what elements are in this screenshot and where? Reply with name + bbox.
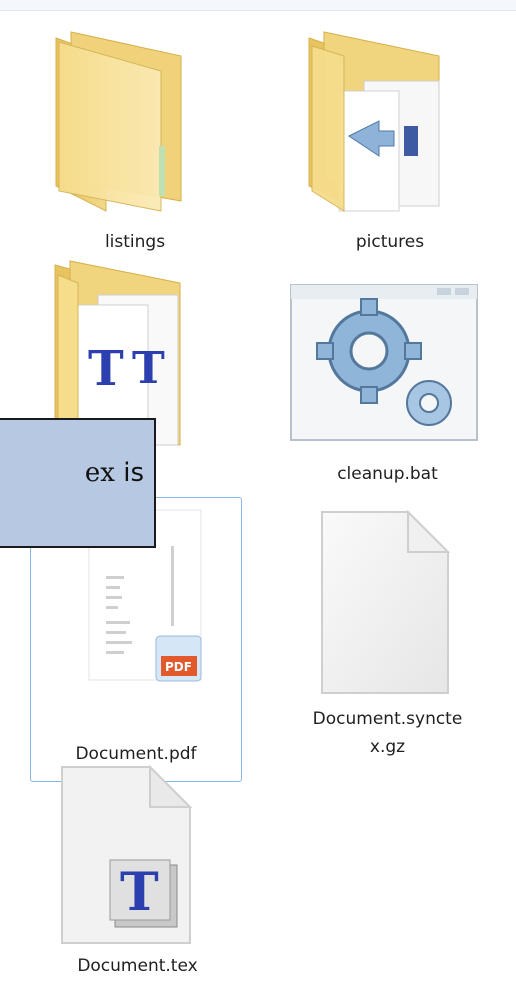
blank-file-icon xyxy=(321,510,450,694)
file-label-listings: listings xyxy=(104,232,166,252)
file-label-tex: Document.tex xyxy=(77,956,198,976)
file-label-cleanup: cleanup.bat xyxy=(337,464,438,484)
folder-with-images-icon xyxy=(308,31,440,212)
tooltip-callout: ex is xyxy=(0,418,156,548)
svg-text:T: T xyxy=(120,862,159,923)
file-tile-listings[interactable]: listings xyxy=(35,18,235,268)
file-tile-pictures[interactable]: pictures xyxy=(290,18,490,268)
file-tile-tex[interactable]: T Document.tex xyxy=(35,760,240,990)
file-label-synctex-line2: x.gz xyxy=(369,737,406,757)
callout-text: ex is xyxy=(0,458,156,488)
callout-code-fragment: ex xyxy=(84,458,115,488)
tex-file-icon: T xyxy=(61,765,193,944)
svg-text:T: T xyxy=(132,343,165,394)
batch-gear-icon xyxy=(290,284,478,441)
callout-suffix: is xyxy=(114,458,144,488)
file-label-pictures: pictures xyxy=(355,232,425,252)
file-label-synctex-line1: Document.syncte xyxy=(312,709,463,729)
file-tile-synctex[interactable]: Document.syncte x.gz xyxy=(285,500,490,790)
file-tile-cleanup[interactable]: cleanup.bat xyxy=(285,275,490,505)
svg-text:T: T xyxy=(88,341,124,397)
explorer-top-strip xyxy=(0,0,516,11)
svg-text:PDF: PDF xyxy=(165,660,192,674)
folder-icon xyxy=(55,31,182,212)
